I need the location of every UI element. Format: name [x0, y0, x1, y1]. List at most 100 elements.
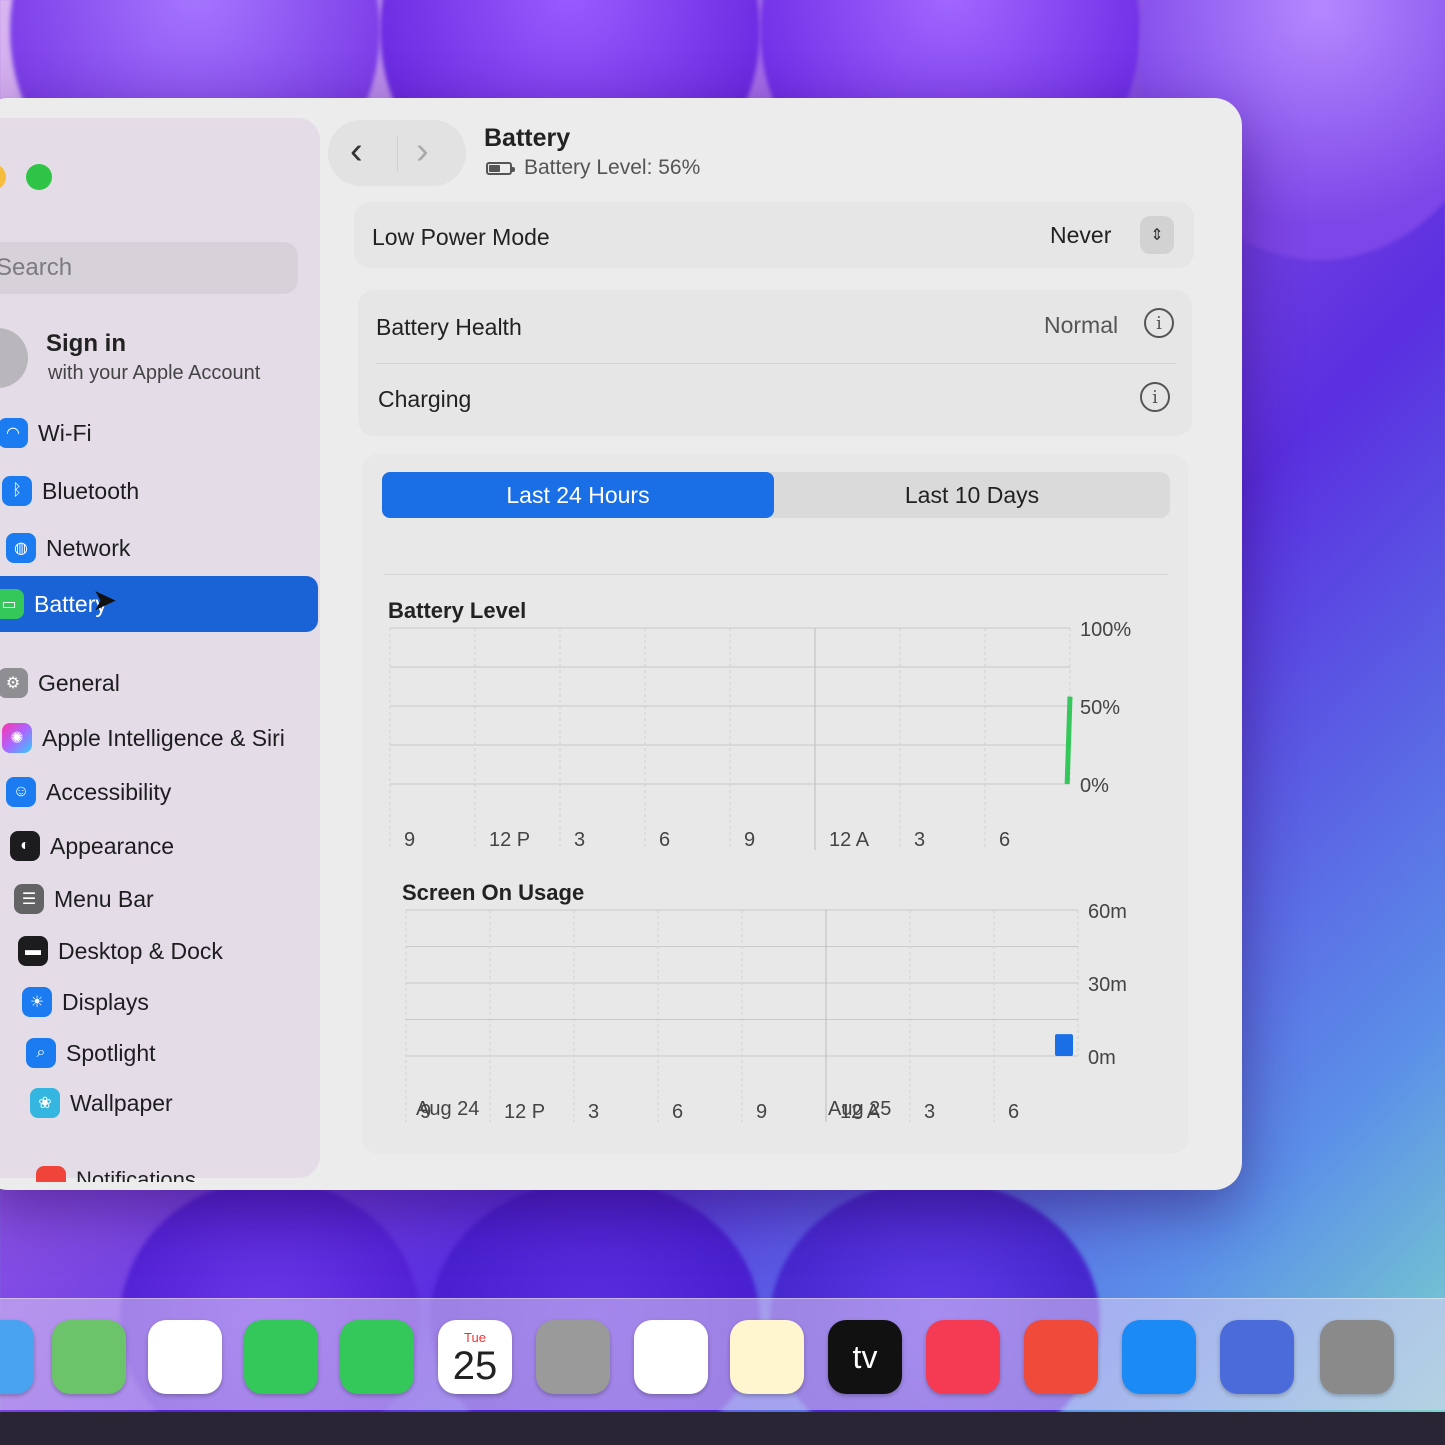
x-tick-label: 6	[672, 1101, 683, 1123]
sidebar-item-label: Apple Intelligence & Siri	[42, 724, 285, 751]
flower-icon: ❀	[30, 1088, 60, 1118]
tab-last-24-hours[interactable]: Last 24 Hours	[382, 472, 774, 518]
x-tick-label: 6	[659, 829, 670, 851]
photos-icon[interactable]	[148, 1320, 222, 1394]
info-icon[interactable]: i	[1140, 382, 1170, 412]
screen-bezel	[0, 1412, 1445, 1445]
appearance-icon: ◐	[10, 831, 40, 861]
magnifier-icon: ⌕	[26, 1038, 56, 1068]
x-tick-label: 3	[574, 829, 585, 851]
sidebar-item-desktop-dock[interactable]: ▬ Desktop & Dock	[18, 926, 223, 976]
minimize-button[interactable]	[0, 164, 6, 190]
sidebar-item-apple-intelligence-siri[interactable]: ✺ Apple Intelligence & Siri	[2, 713, 285, 763]
charging-label: Charging	[378, 386, 472, 412]
time-range-segmented-control: Last 24 Hours Last 10 Days	[382, 472, 1170, 518]
sidebar-item-spotlight[interactable]: ⌕ Spotlight	[26, 1028, 156, 1078]
mouse-pointer-icon: ➤	[92, 584, 118, 617]
screen-on-usage-chart: 9 12 P 3 6 9 12 A 3 660m30m0m	[405, 901, 1127, 1123]
sidebar-item-label: Desktop & Dock	[58, 937, 223, 964]
sidebar-item-label: General	[38, 669, 120, 696]
sidebar-item-displays[interactable]: ☀ Displays	[22, 977, 149, 1027]
y-tick-label: 30m	[1088, 974, 1127, 996]
globe-icon: ◍	[6, 533, 36, 563]
section-divider	[384, 574, 1168, 575]
back-chevron-icon[interactable]: ‹	[350, 130, 363, 173]
x-tick-label: 12 A	[829, 829, 870, 851]
avatar[interactable]	[0, 328, 28, 388]
y-tick-label: 50%	[1080, 697, 1120, 719]
account-title[interactable]: Sign in	[46, 330, 126, 358]
music-icon[interactable]	[926, 1320, 1000, 1394]
date-label: Aug 24	[416, 1098, 480, 1120]
sidebar-item-notifications[interactable]: Notifications	[36, 1166, 196, 1182]
info-icon[interactable]: i	[1144, 308, 1174, 338]
sidebar-item-accessibility[interactable]: ☺ Accessibility	[6, 767, 171, 817]
sidebar-item-battery[interactable]: ▭ Battery	[0, 576, 318, 632]
low-power-mode-label: Low Power Mode	[372, 224, 550, 250]
gear-icon: ⚙	[0, 668, 28, 698]
sidebar-item-label: Appearance	[50, 832, 175, 859]
x-tick-label: 12 P	[489, 829, 530, 851]
sidebar: Search Sign in with your Apple Account ◠…	[0, 118, 320, 1182]
contacts-icon[interactable]	[536, 1320, 610, 1394]
battery-icon: ▭	[0, 589, 24, 619]
sidebar-item-menu-bar[interactable]: ☰ Menu Bar	[14, 874, 154, 924]
y-tick-label: 100%	[1080, 620, 1131, 641]
navigation-controls: ‹ ›	[328, 120, 466, 186]
battery-health-card: Battery Health Normal i Charging i	[358, 290, 1192, 436]
reminders-icon[interactable]	[634, 1320, 708, 1394]
battery-health-value: Normal	[1044, 312, 1119, 338]
phone-icon[interactable]	[340, 1320, 414, 1394]
x-tick-label: 3	[914, 829, 925, 851]
sidebar-item-general[interactable]: ⚙ General	[0, 658, 120, 708]
account-subtitle: with your Apple Account	[48, 362, 261, 384]
x-tick-label: 9	[744, 829, 755, 851]
menubar-icon: ☰	[14, 884, 44, 914]
sidebar-item-label: Network	[46, 534, 131, 561]
sidebar-item-bluetooth[interactable]: ᛒ Bluetooth	[2, 466, 139, 516]
finder-icon[interactable]	[0, 1320, 34, 1394]
bluetooth-icon: ᛒ	[2, 476, 32, 506]
iphone-mirroring-icon[interactable]	[1220, 1320, 1294, 1394]
sidebar-item-appearance[interactable]: ◐ Appearance	[10, 821, 174, 871]
battery-level-subtitle: Battery Level: 56%	[486, 156, 700, 180]
search-input[interactable]: Search	[0, 242, 298, 294]
sidebar-item-label: Bluetooth	[42, 477, 140, 504]
battery-health-label: Battery Health	[376, 314, 522, 340]
notes-icon[interactable]	[730, 1320, 804, 1394]
forward-chevron-icon[interactable]: ›	[416, 130, 429, 173]
battery-level-text: Battery Level: 56%	[524, 156, 701, 179]
page-title: Battery	[484, 124, 571, 152]
x-tick-label: 3	[588, 1101, 599, 1123]
tv-icon[interactable]: tv	[828, 1320, 902, 1394]
y-tick-label: 60m	[1088, 901, 1127, 923]
app-store-icon[interactable]	[1122, 1320, 1196, 1394]
siri-icon: ✺	[2, 723, 32, 753]
sidebar-item-label: Menu Bar	[54, 885, 154, 912]
facetime-icon[interactable]	[244, 1320, 318, 1394]
wifi-icon: ◠	[0, 418, 28, 448]
maps-icon[interactable]	[52, 1320, 126, 1394]
system-settings-icon[interactable]	[1320, 1320, 1394, 1394]
battery-icon	[486, 161, 515, 175]
zoom-button[interactable]	[26, 164, 52, 190]
sidebar-item-wifi[interactable]: ◠ Wi-Fi	[0, 408, 92, 458]
x-tick-label: 3	[924, 1101, 935, 1123]
sidebar-item-wallpaper[interactable]: ❀ Wallpaper	[30, 1078, 173, 1128]
tab-last-10-days[interactable]: Last 10 Days	[774, 472, 1170, 518]
low-power-mode-value[interactable]: Never	[1050, 222, 1111, 249]
sidebar-item-network[interactable]: ◍ Network	[6, 523, 130, 573]
calendar-date-label: 25	[452, 1344, 498, 1388]
x-tick-label: 6	[1008, 1101, 1019, 1123]
sidebar-item-label: Accessibility	[46, 778, 172, 805]
sidebar-item-label: Notifications	[76, 1166, 196, 1182]
calendar-icon[interactable]: Tue 25	[438, 1320, 512, 1394]
x-tick-label: 9	[756, 1101, 767, 1123]
tv-label: tv	[852, 1338, 878, 1375]
launchpad-icon[interactable]	[1024, 1320, 1098, 1394]
calendar-day-label: Tue	[464, 1330, 486, 1345]
x-tick-label: 9	[404, 829, 415, 851]
battery-level-line	[1064, 696, 1073, 785]
bell-icon	[36, 1166, 66, 1182]
popup-stepper-icon[interactable]: ⇕	[1140, 216, 1174, 254]
